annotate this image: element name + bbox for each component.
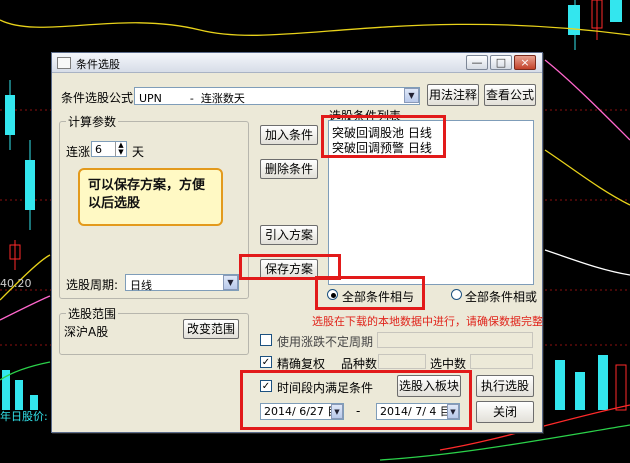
irregular-period-checkbox[interactable] [260,334,272,346]
param-input[interactable]: 6 ▲ ▼ [91,141,127,157]
period-value: 日线 [130,279,152,292]
app-icon [57,57,71,69]
chevron-down-icon[interactable]: ▼ [404,88,419,103]
data-warning-text: 选股在下载的本地数据中进行，请确保数据完整 [312,315,543,328]
param-unit: 天 [132,145,145,159]
change-scope-button[interactable]: 改变范围 [183,319,239,339]
selected-count-field [470,354,533,369]
chart-right-candles [555,0,627,411]
radio-or-label[interactable]: 全部条件相或 [465,288,537,305]
close-window-button[interactable]: × [514,55,536,70]
maximize-button[interactable]: □ [490,55,512,70]
scope-value: 深沪A股 [64,325,109,339]
execute-screening-button[interactable]: 执行选股 [476,375,534,397]
highlight-radio-and [315,276,425,310]
stock-count-field [378,354,426,369]
param-label: 连涨 [66,145,91,159]
bottom-price-label: 年日股价: [0,410,48,423]
formula-select[interactable]: UPN - 连涨数天 ▼ [134,87,420,105]
params-group-label: 计算参数 [66,113,119,130]
highlight-time-range [240,370,472,430]
close-button[interactable]: 关闭 [476,401,534,423]
irregular-period-label: 使用涨跌不定周期 [277,335,374,349]
formula-value: UPN - 连涨数天 [139,92,245,105]
highlight-condition-list [321,115,446,158]
dialog-titlebar[interactable]: 条件选股 — □ × [52,53,542,73]
irregular-period-field [377,332,533,348]
param-value: 6 [95,143,102,156]
period-label: 选股周期: [66,278,119,292]
annotation-callout: 可以保存方案，方便以后选股 [78,168,223,226]
spin-icon[interactable]: ▲ ▼ [115,142,126,156]
formula-label: 条件选股公式 [61,91,134,105]
usage-notes-button[interactable]: 用法注释 [427,84,479,106]
chevron-down-icon[interactable]: ▼ [223,275,238,290]
import-plan-button[interactable]: 引入方案 [260,225,318,245]
delete-condition-button[interactable]: 删除条件 [260,159,318,179]
scope-group-label: 选股范围 [66,305,119,322]
view-formula-button[interactable]: 查看公式 [484,84,536,106]
exact-rights-checkbox[interactable]: ✓ [260,356,272,368]
chart-left-candles [2,80,38,410]
minimize-button[interactable]: — [466,55,488,70]
add-condition-button[interactable]: 加入条件 [260,125,318,145]
dialog-title: 条件选股 [76,58,120,71]
radio-or[interactable] [451,289,462,300]
period-select[interactable]: 日线 ▼ [125,274,239,292]
left-price-label: 40.20 [0,277,32,290]
